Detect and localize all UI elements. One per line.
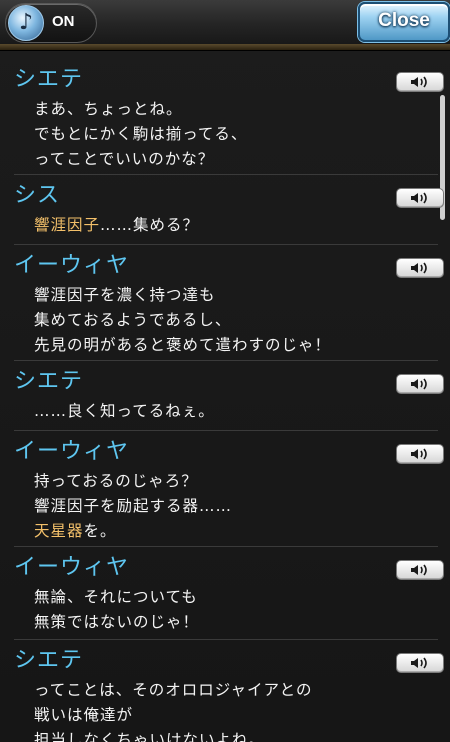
top-bar-rim [0,44,450,50]
dialogue-line: 無策ではないのじゃ！ [34,611,199,633]
dialogue-line: でもとにかく駒は揃ってる、 [34,123,247,145]
dialogue-line: 先見の明があると褒めて遣わすのじゃ！ [34,334,331,356]
dialogue-text: を。 [83,522,117,540]
dialogue-line: 響涯因子を励起する器…… [34,495,232,517]
entry-divider [14,174,438,175]
speaker-name: イーウィヤ [14,253,130,278]
voice-play-button[interactable] [396,653,444,673]
dialogue-line: 無論、それについても [34,586,198,608]
dialogue-text: でもとにかく駒は揃ってる、 [34,125,248,143]
dialogue-line: ってことでいいのかな？ [34,148,214,170]
dialogue-line: 集めておるようであるし、 [34,309,231,331]
dialogue-text: ってことは、そのオロロジャイアとの [34,681,313,699]
voice-play-button[interactable] [396,188,444,208]
entry-divider [14,639,438,640]
dialogue-line: 担当しなくちゃいけないよね。 [34,729,265,742]
dialogue-line: 天星器を。 [34,520,117,542]
voice-play-button[interactable] [396,444,444,464]
speaker-name: イーウィヤ [14,439,130,464]
speaker-name: シエテ [14,648,84,673]
dialogue-text: 戦いは俺達が [34,706,134,724]
dialogue-text: 先見の明があると褒めて遣わすのじゃ！ [34,336,332,354]
dialogue-text: ……良く知ってるねぇ。 [34,402,215,420]
dialogue-text: 無論、それについても [34,588,198,606]
speaker-name: シエテ [14,369,84,394]
entry-divider [14,430,438,431]
entry-divider [14,546,438,547]
highlighted-term: 天星器 [34,522,84,540]
dialogue-line: 戦いは俺達が [34,704,133,726]
bgm-toggle-label: ON [52,13,75,30]
speaker-name: シエテ [14,67,84,92]
dialogue-text: 担当しなくちゃいけないよね。 [34,731,265,742]
close-button[interactable]: Close [358,2,450,42]
dialogue-text: 響涯因子を励起する器…… [34,497,233,515]
dialogue-text: ってことでいいのかな？ [34,150,215,168]
dialogue-text: 集めておるようであるし、 [34,311,232,329]
dialogue-text: まあ、ちょっとね。 [34,100,183,118]
bgm-toggle[interactable]: ♪ ON [5,3,97,43]
entry-divider [14,360,438,361]
dialogue-text: ……集める？ [100,216,200,234]
dialogue-line: ってことは、そのオロロジャイアとの [34,679,313,701]
music-note-icon: ♪ [8,5,44,41]
highlighted-term: 響涯因子 [34,216,101,234]
log-window: ♪ ON Close シエテ まあ、ちょっとね。 でもとにかく駒は揃ってる、 ってこと… [0,0,450,742]
dialogue-line: まあ、ちょっとね。 [34,98,183,120]
voice-play-button[interactable] [396,72,444,92]
speaker-name: シス [14,183,61,208]
voice-play-button[interactable] [396,258,444,278]
dialogue-line: ……良く知ってるねぇ。 [34,400,215,422]
voice-play-button[interactable] [396,560,444,580]
speaker-name: イーウィヤ [14,555,130,580]
top-bar: ♪ ON Close [0,0,450,51]
dialogue-text: 響涯因子を濃く持つ達も [34,286,216,304]
dialogue-text: 持っておるのじゃろ？ [34,472,198,490]
dialogue-line: 持っておるのじゃろ？ [34,470,198,492]
dialogue-line: 響涯因子……集める？ [34,214,199,236]
voice-play-button[interactable] [396,374,444,394]
dialogue-text: 無策ではないのじゃ！ [34,613,200,631]
dialogue-line: 響涯因子を濃く持つ達も [34,284,216,306]
entry-divider [14,244,438,245]
